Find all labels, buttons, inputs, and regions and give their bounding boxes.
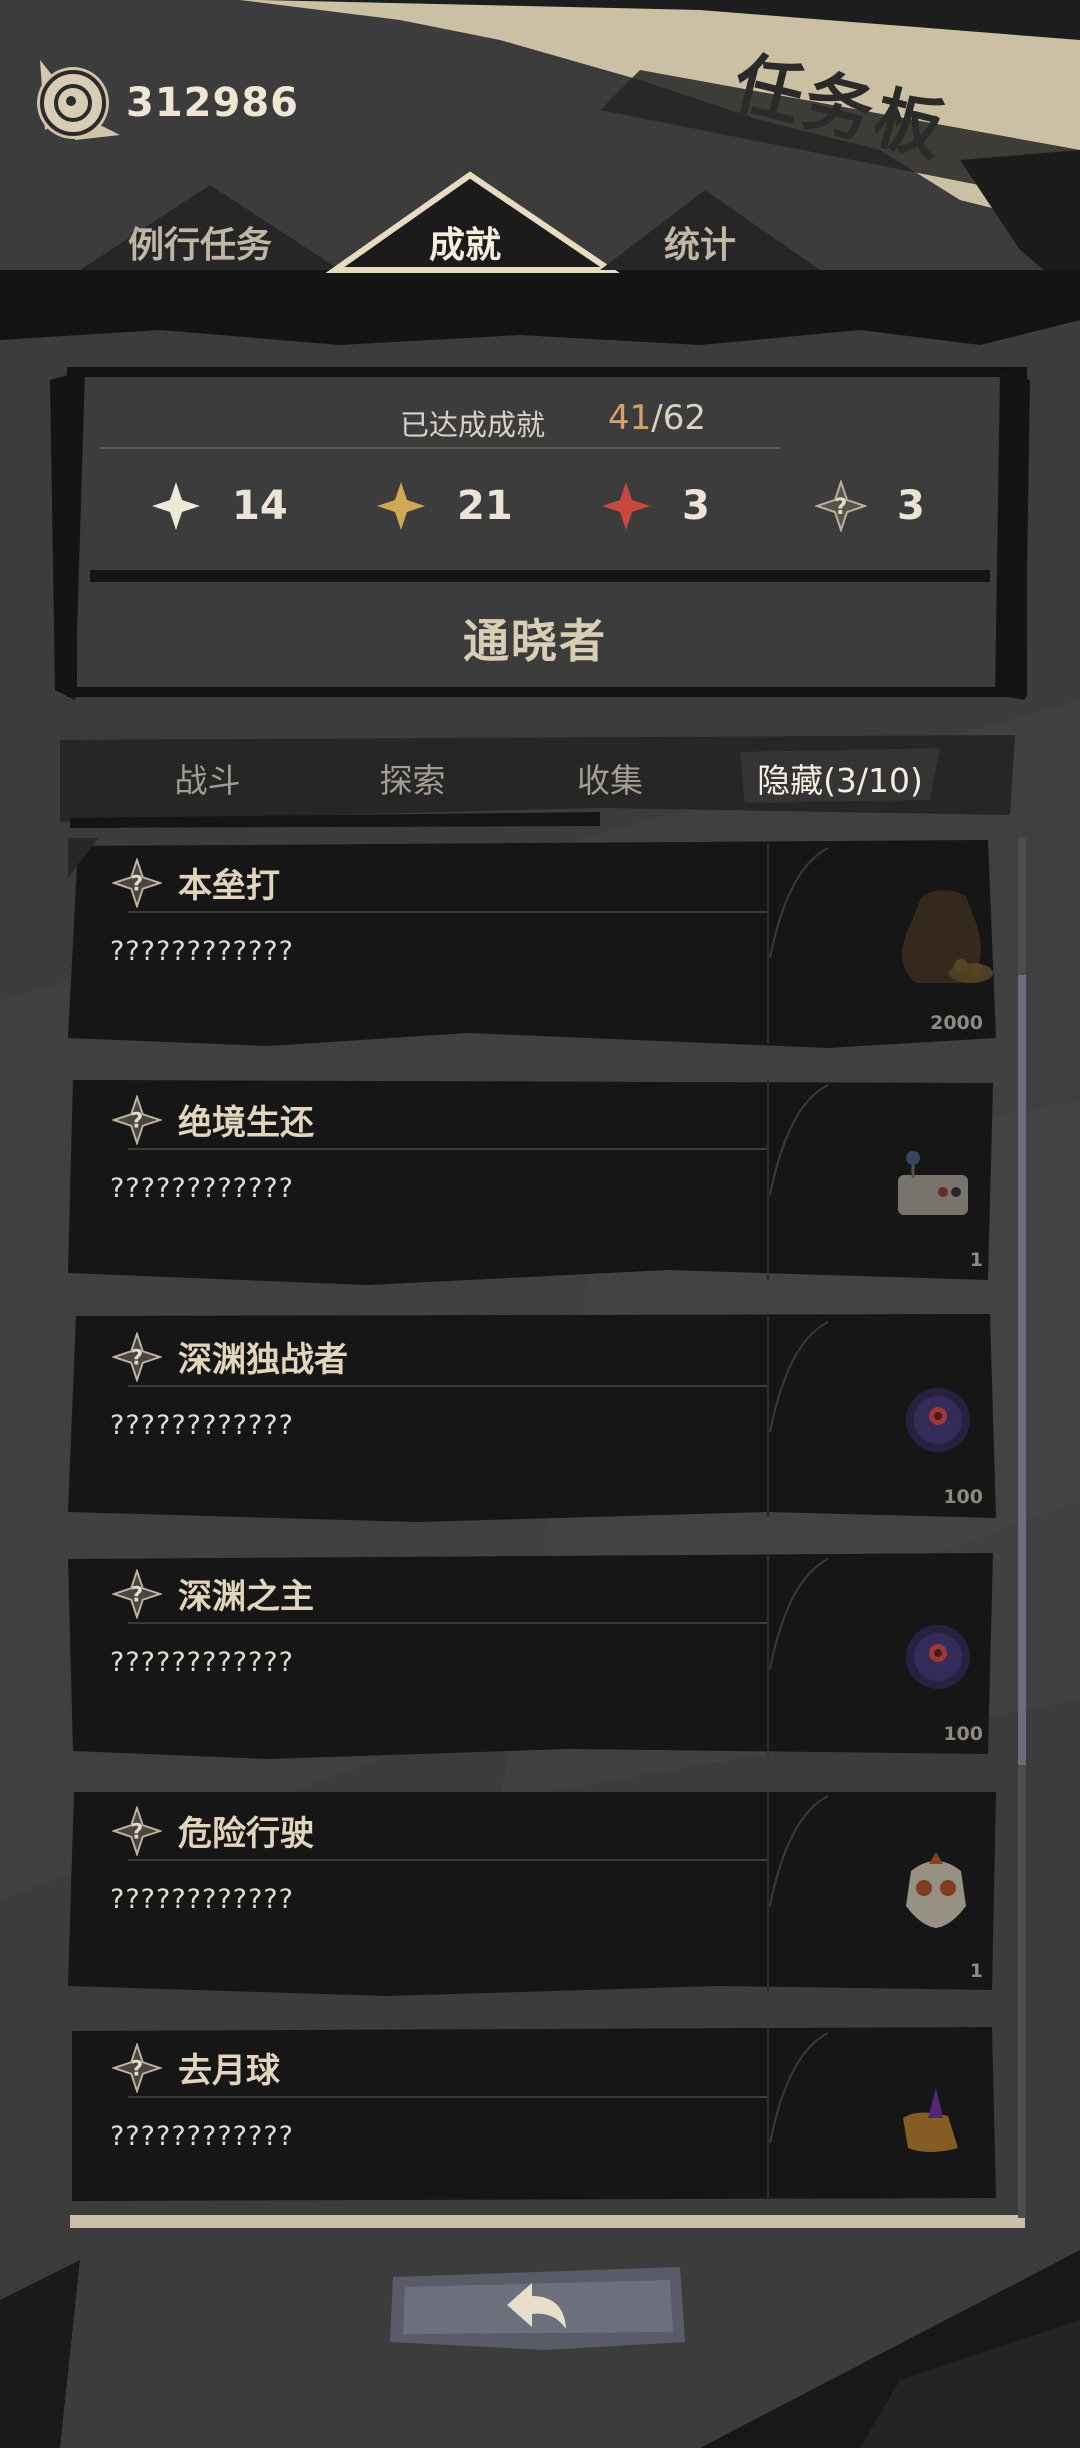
tab-routine-tasks[interactable]: 例行任务 [90,216,310,268]
achievement-list[interactable]: ? 本垒打 ???????????? 2000 ? 绝境生还 ?????????… [68,838,1008,2260]
currency-amount: 312986 [126,80,299,126]
svg-text:?: ? [131,2056,143,2081]
reward-count: 100 [943,1486,983,1508]
achieved-current: 41 [608,398,652,438]
stat-white-star: 14 [150,480,288,532]
svg-text:?: ? [131,1582,143,1607]
honor-title[interactable]: 通晓者 [380,605,690,671]
reward-slot [833,2023,1003,2233]
achievement-description: ???????????? [110,1410,294,1441]
achievement-description: ???????????? [110,1173,294,1204]
achieved-separator: / [651,398,663,438]
achievement-row[interactable]: ? 深渊之主 ???????????? 100 [68,1549,996,1759]
reward-slot: 2000 [833,838,1003,1048]
achieved-total: 62 [662,398,706,438]
achievement-row[interactable]: ? 深渊独战者 ???????????? 100 [68,1312,996,1522]
tab-statistics[interactable]: 统计 [590,216,810,268]
svg-text:?: ? [835,495,848,520]
currency-display: 312986 [40,70,299,136]
back-button[interactable] [385,2262,690,2352]
achieved-label: 已达成成就 [400,408,546,442]
coin-icon [40,70,106,136]
category-combat[interactable]: 战斗 [100,754,315,802]
category-explore[interactable]: 探索 [315,754,510,802]
stat-red-star: 3 [600,480,710,532]
reward-slot: 1 [833,1786,1003,1996]
svg-text:?: ? [131,1108,143,1133]
hidden-achievement-icon: ? [112,2043,162,2093]
achievement-title: 危险行驶 [178,1814,314,1854]
achievement-title: 去月球 [178,2051,280,2091]
stat-hidden: ? 3 [815,480,925,532]
achievement-description: ???????????? [110,1647,294,1678]
purple-orb-icon [906,1388,970,1452]
skull-mask-icon [906,1852,966,1928]
achievement-description: ???????????? [110,1884,294,1915]
category-hidden[interactable]: 隐藏(3/10) [710,754,970,802]
hidden-achievement-icon: ? [112,1806,162,1856]
device-icon [898,1151,968,1215]
achievement-row[interactable]: ? 绝境生还 ???????????? 1 [68,1075,996,1285]
red-star-icon [602,482,650,530]
reward-count: 2000 [930,1012,983,1034]
reward-slot: 100 [833,1312,1003,1522]
hidden-achievement-icon: ? [112,1095,162,1145]
svg-text:?: ? [131,871,143,896]
category-bar: 战斗 探索 收集 隐藏(3/10) [70,738,1010,818]
stat-red-count: 3 [682,483,710,529]
scrollbar-thumb[interactable] [1018,975,1026,1765]
achieved-count: 41/62 [608,398,706,438]
reward-slot: 100 [833,1549,1003,1759]
achievement-title: 深渊独战者 [178,1340,348,1380]
white-star-icon [152,482,200,530]
tab-achievements[interactable]: 成就 [355,216,575,268]
stat-hidden-count: 3 [897,483,925,529]
back-arrow-icon [507,2283,566,2329]
gold-star-icon [377,482,425,530]
achievement-row[interactable]: ? 去月球 ???????????? [68,2023,996,2233]
reward-slot: 1 [833,1075,1003,1285]
hidden-achievement-icon: ? [815,480,867,532]
hidden-achievement-icon: ? [112,1569,162,1619]
category-hidden-label: 隐藏 [757,761,824,800]
hidden-achievement-icon: ? [112,1332,162,1382]
scroll-icon [903,2088,958,2152]
reward-count: 100 [943,1723,983,1745]
achievement-title: 绝境生还 [178,1103,314,1143]
stat-gold-star: 21 [375,480,513,532]
reward-count: 1 [969,1249,983,1271]
achievement-row[interactable]: ? 危险行驶 ???????????? 1 [68,1786,996,1996]
category-collect[interactable]: 收集 [510,754,710,802]
coin-bag-icon [902,889,993,983]
category-hidden-progress: (3/10) [823,761,923,800]
achievement-title: 深渊之主 [178,1577,314,1617]
svg-text:?: ? [131,1819,143,1844]
hidden-achievement-icon: ? [112,858,162,908]
purple-orb-icon [906,1625,970,1689]
stat-gold-count: 21 [457,483,513,529]
achievement-title: 本垒打 [178,866,280,906]
achievement-row[interactable]: ? 本垒打 ???????????? 2000 [68,838,996,1048]
achievement-description: ???????????? [110,2121,294,2152]
reward-count: 1 [969,1960,983,1982]
stat-white-count: 14 [232,483,288,529]
svg-text:?: ? [131,1345,143,1370]
achievement-description: ???????????? [110,936,294,967]
